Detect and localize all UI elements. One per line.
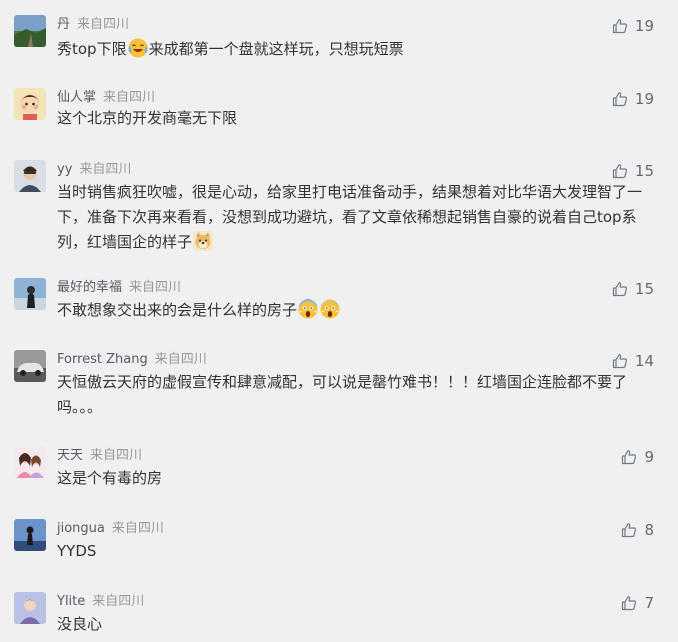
username[interactable]: 丹 <box>57 17 70 32</box>
like-count: 14 <box>634 352 654 370</box>
like-button[interactable]: 19 <box>612 88 654 110</box>
username[interactable]: 天天 <box>57 448 83 463</box>
doge-emoji-icon <box>193 231 214 251</box>
like-count: 8 <box>644 521 654 539</box>
comment-text-part: 来成都第一个盘就这样玩，只想玩短票 <box>148 40 404 58</box>
username[interactable]: 仙人掌 <box>57 90 96 105</box>
laughing-tears-emoji-icon <box>128 38 148 58</box>
like-button[interactable]: 15 <box>612 278 654 300</box>
username[interactable]: 最好的幸福 <box>57 280 122 295</box>
comment-text-part: 不敢想象交出来的会是什么样的房子 <box>57 301 298 319</box>
comment-meta: 丹来自四川 <box>57 15 129 35</box>
avatar[interactable] <box>14 592 46 624</box>
comment-meta: jiongua 来自四川 <box>57 519 164 539</box>
scream-emoji-icon <box>320 299 340 319</box>
like-count: 19 <box>634 17 654 35</box>
username[interactable]: jiongua <box>57 521 105 536</box>
thumb-up-icon <box>622 523 637 538</box>
like-count: 7 <box>644 594 654 612</box>
thumb-up-icon <box>612 164 627 179</box>
like-button[interactable]: 9 <box>621 446 654 468</box>
like-count: 15 <box>634 162 654 180</box>
avatar[interactable] <box>14 88 46 120</box>
location-label: 来自四川 <box>103 90 156 105</box>
comment-text: 秀top下限 来成都第一个盘就这样玩，只想玩短票 <box>57 37 657 62</box>
comment-text-part: 秀top下限 <box>57 40 127 58</box>
username[interactable]: Forrest Zhang <box>57 352 148 367</box>
comment-meta: Forrest Zhang 来自四川 <box>57 350 207 370</box>
comment-text: 这个北京的开发商毫无下限 <box>57 109 238 127</box>
like-count: 9 <box>644 448 654 466</box>
comment-text: 当时销售疯狂吹嘘，很是心动，给家里打电话准备动手，结果想着对比华语大发理智了一下… <box>57 180 657 255</box>
like-button[interactable]: 14 <box>612 350 654 372</box>
thumb-up-icon <box>612 282 627 297</box>
like-button[interactable]: 7 <box>621 592 654 614</box>
thumb-up-icon <box>622 450 637 465</box>
comment-text: 这是个有毒的房 <box>57 469 163 487</box>
comment-list: 丹来自四川 秀top下限 来成都第一个盘就这样玩，只想玩短票 19 仙人掌 来自四川… <box>0 0 678 642</box>
comment-meta: yy 来自四川 <box>57 160 131 180</box>
location-label: 来自四川 <box>154 352 207 367</box>
comment-text-part: 当时销售疯狂吹嘘，很是心动，给家里打电话准备动手，结果想着对比华语大发理智了一下… <box>57 183 643 251</box>
thumb-up-icon <box>622 596 637 611</box>
location-label: 来自四川 <box>92 594 145 609</box>
avatar[interactable] <box>14 15 46 47</box>
like-count: 19 <box>634 90 654 108</box>
location-label: 来自四川 <box>90 448 143 463</box>
comment-text: YYDS <box>57 542 97 560</box>
comment-text: 不敢想象交出来的会是什么样的房子 <box>57 298 657 323</box>
comment-text: 没良心 <box>57 615 103 633</box>
like-button[interactable]: 15 <box>612 160 654 182</box>
thumb-up-icon <box>612 19 627 34</box>
avatar[interactable] <box>14 519 46 551</box>
location-label: 来自四川 <box>129 280 182 295</box>
thumb-up-icon <box>612 92 627 107</box>
comment-meta: 天天 来自四川 <box>57 446 142 466</box>
like-count: 15 <box>634 280 654 298</box>
comment-text: 天恒傲云天府的虚假宣传和肆意减配，可以说是罄竹难书！！！红墙国企连脸都不要了吗。… <box>57 373 628 416</box>
location-label: 来自四川 <box>111 521 164 536</box>
thumb-up-icon <box>612 354 627 369</box>
location-label: 来自四川 <box>77 17 130 32</box>
like-button[interactable]: 19 <box>612 15 654 37</box>
comment-meta: 仙人掌 来自四川 <box>57 88 155 108</box>
username[interactable]: yy <box>57 162 72 177</box>
comment-meta: Ylite 来自四川 <box>57 592 144 612</box>
avatar[interactable] <box>14 160 46 192</box>
avatar[interactable] <box>14 278 46 310</box>
comment-meta: 最好的幸福 来自四川 <box>57 278 181 298</box>
avatar[interactable] <box>14 350 46 382</box>
location-label: 来自四川 <box>79 162 132 177</box>
like-button[interactable]: 8 <box>621 519 654 541</box>
scream-emoji-icon <box>298 299 318 319</box>
avatar[interactable] <box>14 446 46 478</box>
username[interactable]: Ylite <box>57 594 85 609</box>
